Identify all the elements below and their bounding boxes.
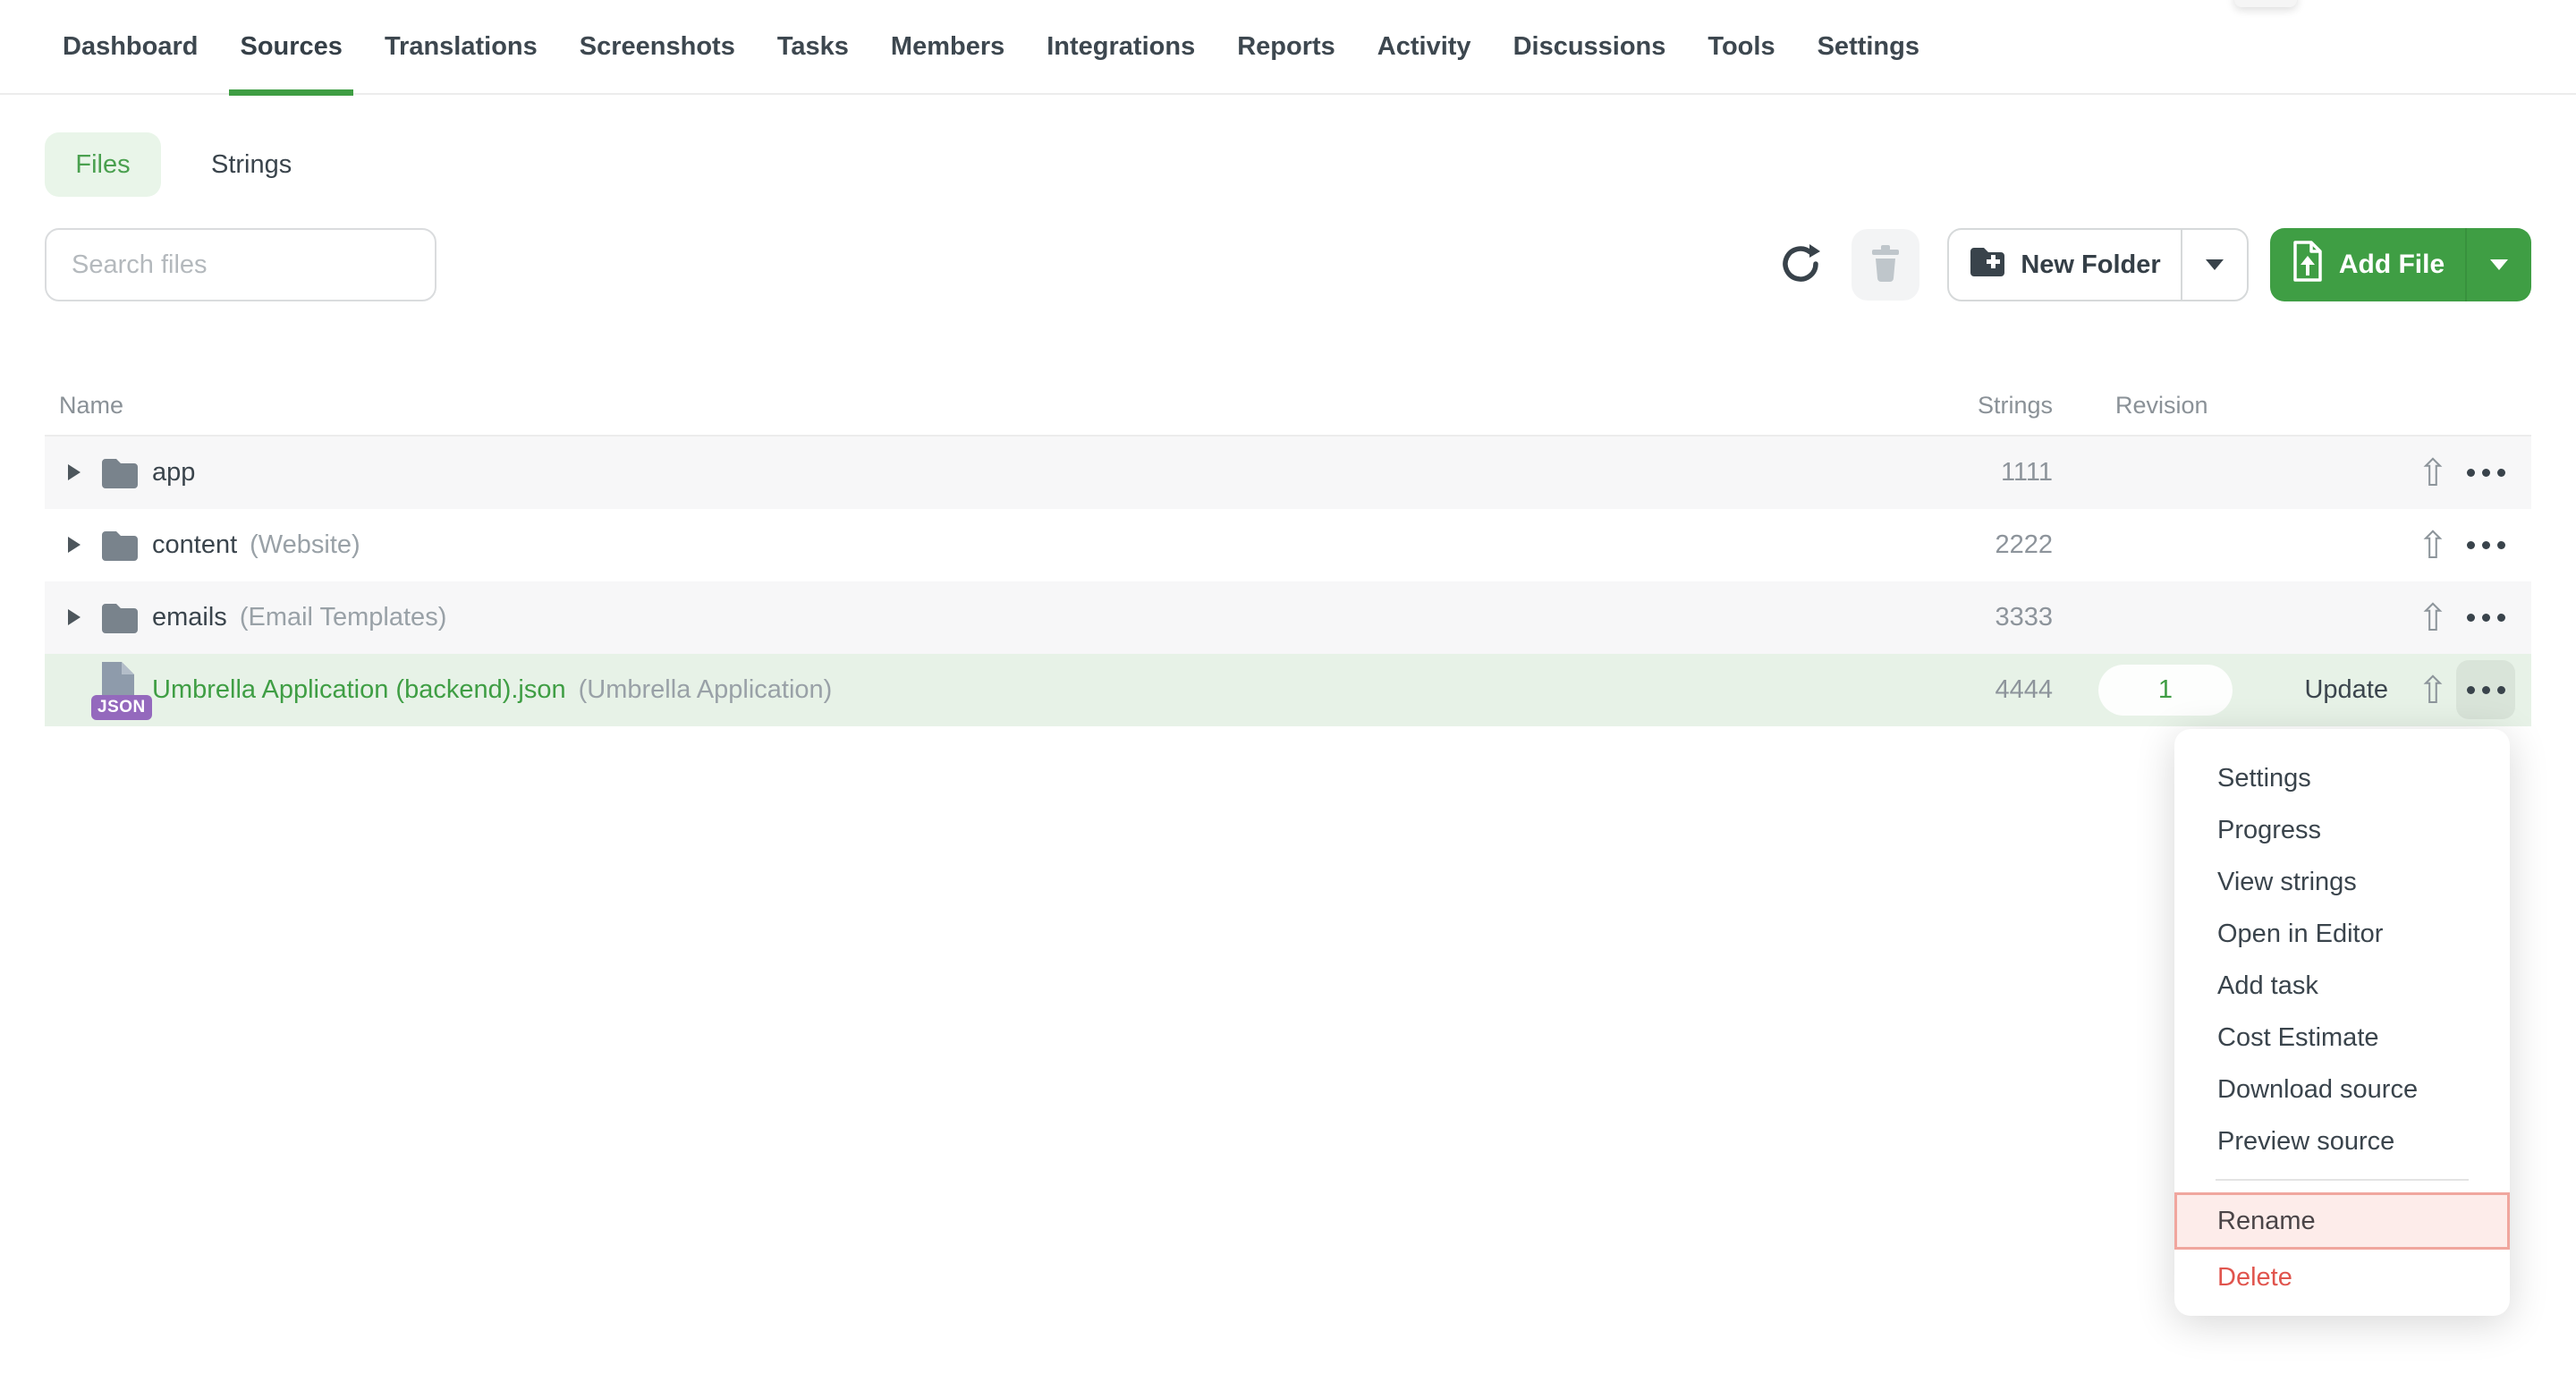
row-actions-button[interactable]: [2456, 588, 2515, 647]
folder-plus-icon: [1969, 246, 2006, 284]
menu-item-add-task[interactable]: Add task: [2174, 960, 2510, 1012]
tab-files[interactable]: Files: [45, 132, 161, 197]
nav-discussions[interactable]: Discussions: [1513, 0, 1666, 94]
folder-icon: [100, 601, 140, 638]
upload-icon[interactable]: ⇧: [2415, 437, 2451, 509]
add-file-button[interactable]: Add File: [2270, 228, 2531, 301]
nav-dashboard[interactable]: Dashboard: [63, 0, 198, 94]
project-nav: Dashboard Sources Translations Screensho…: [0, 0, 2576, 95]
chevron-down-icon: [2490, 259, 2508, 270]
upload-icon[interactable]: ⇧: [2415, 581, 2451, 654]
nav-settings[interactable]: Settings: [1818, 0, 1919, 94]
update-link[interactable]: Update: [2304, 654, 2388, 726]
new-folder-button[interactable]: New Folder: [1947, 228, 2249, 301]
upload-icon[interactable]: ⇧: [2415, 654, 2451, 726]
folder-name[interactable]: emails: [152, 603, 227, 632]
row-actions-button[interactable]: [2456, 515, 2515, 574]
table-row-emails[interactable]: emails (Email Templates) 3333 ⇧: [45, 581, 2531, 654]
column-strings: Strings: [1978, 392, 2053, 420]
json-file-icon: JSON: [97, 661, 148, 720]
column-name: Name: [59, 392, 123, 420]
table-row-app[interactable]: app 1111 ⇧: [45, 437, 2531, 509]
row-actions-button[interactable]: [2456, 443, 2515, 502]
menu-item-view-strings[interactable]: View strings: [2174, 856, 2510, 908]
folder-note: (Email Templates): [240, 603, 447, 632]
menu-item-preview-source[interactable]: Preview source: [2174, 1115, 2510, 1167]
folder-note: (Website): [250, 530, 360, 560]
files-table: Name Strings Revision app 1111 ⇧ cont: [45, 385, 2531, 726]
nav-tools[interactable]: Tools: [1707, 0, 1775, 94]
upload-icon[interactable]: ⇧: [2415, 509, 2451, 581]
expand-caret-icon[interactable]: [68, 537, 80, 553]
column-revision: Revision: [2115, 392, 2208, 420]
menu-item-delete[interactable]: Delete: [2174, 1251, 2510, 1303]
nav-members[interactable]: Members: [891, 0, 1004, 94]
refresh-icon: [1780, 243, 1821, 287]
refresh-button[interactable]: [1760, 228, 1841, 301]
folder-icon: [100, 456, 140, 493]
strings-count: 3333: [1995, 581, 2053, 654]
file-note: (Umbrella Application): [579, 675, 833, 705]
table-row-content[interactable]: content (Website) 2222 ⇧: [45, 509, 2531, 581]
row-context-menu: Settings Progress View strings Open in E…: [2174, 729, 2510, 1316]
nav-activity[interactable]: Activity: [1377, 0, 1471, 94]
strings-count: 1111: [2001, 437, 2053, 509]
folder-icon: [100, 529, 140, 565]
add-file-label: Add File: [2339, 250, 2445, 280]
nav-reports[interactable]: Reports: [1237, 0, 1335, 94]
view-toggle: Files Strings: [45, 132, 292, 197]
delete-selected-button[interactable]: [1852, 229, 1919, 301]
new-folder-dropdown[interactable]: [2181, 230, 2247, 300]
trash-icon: [1869, 245, 1902, 285]
expand-caret-icon[interactable]: [68, 464, 80, 480]
file-name-link[interactable]: Umbrella Application (backend).json: [152, 675, 566, 705]
files-toolbar: New Folder Add File: [45, 228, 2531, 301]
nav-translations[interactable]: Translations: [385, 0, 538, 94]
table-header: Name Strings Revision: [45, 385, 2531, 437]
nav-tasks[interactable]: Tasks: [777, 0, 849, 94]
menu-item-cost-estimate[interactable]: Cost Estimate: [2174, 1012, 2510, 1064]
menu-item-download-source[interactable]: Download source: [2174, 1064, 2510, 1115]
chevron-down-icon: [2206, 259, 2224, 270]
nav-screenshots[interactable]: Screenshots: [580, 0, 735, 94]
file-upload-icon: [2291, 240, 2325, 290]
menu-item-open-in-editor[interactable]: Open in Editor: [2174, 908, 2510, 960]
revision-badge: 1: [2098, 665, 2233, 716]
menu-item-settings[interactable]: Settings: [2174, 752, 2510, 804]
menu-divider: [2216, 1179, 2469, 1181]
add-file-dropdown[interactable]: [2465, 228, 2531, 301]
expand-caret-icon[interactable]: [68, 609, 80, 625]
menu-item-rename[interactable]: Rename: [2174, 1192, 2510, 1250]
folder-name[interactable]: app: [152, 458, 195, 488]
tab-strings[interactable]: Strings: [211, 150, 292, 180]
new-folder-label: New Folder: [2021, 250, 2160, 280]
table-row-umbrella-file[interactable]: JSON Umbrella Application (backend).json…: [45, 654, 2531, 726]
row-actions-button-active[interactable]: [2456, 660, 2515, 719]
strings-count: 2222: [1995, 509, 2053, 581]
strings-count: 4444: [1995, 654, 2053, 726]
menu-item-progress[interactable]: Progress: [2174, 804, 2510, 856]
nav-integrations[interactable]: Integrations: [1046, 0, 1195, 94]
json-badge: JSON: [91, 695, 152, 720]
search-input[interactable]: [45, 228, 436, 301]
folder-name[interactable]: content: [152, 530, 237, 560]
nav-sources[interactable]: Sources: [240, 0, 342, 94]
